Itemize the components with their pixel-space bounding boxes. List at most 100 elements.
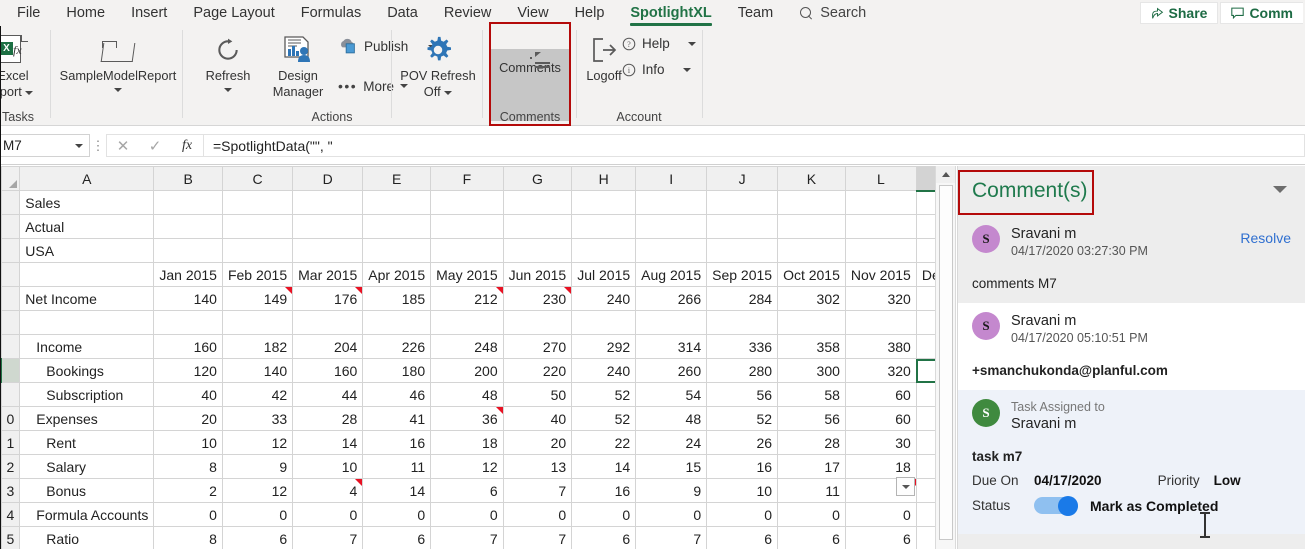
data-cell[interactable]: 15 (635, 454, 708, 479)
row-label-cell[interactable]: USA (19, 238, 155, 263)
data-cell[interactable]: 266 (635, 286, 708, 311)
data-cell[interactable]: 0 (153, 502, 223, 527)
data-cell[interactable]: 48 (430, 382, 504, 407)
cell-dropdown-button[interactable] (896, 477, 915, 496)
column-header-e[interactable]: E (362, 166, 432, 191)
data-cell[interactable] (844, 214, 917, 239)
row-label-cell[interactable]: Rent (19, 430, 155, 455)
data-cell[interactable]: 42 (221, 382, 294, 407)
data-cell[interactable]: 180 (362, 358, 432, 383)
data-cell[interactable]: 320 (844, 358, 917, 383)
task-item[interactable]: S Task Assigned to Sravani m task m7 Due… (958, 390, 1305, 534)
data-cell[interactable]: 0 (915, 502, 935, 527)
refresh-button[interactable]: Refresh (196, 26, 260, 92)
data-cell[interactable]: 41 (362, 406, 432, 431)
data-cell[interactable] (362, 190, 432, 215)
name-box-chevron-down-icon[interactable] (75, 143, 83, 148)
data-cell[interactable]: 56 (777, 406, 846, 431)
data-cell[interactable] (153, 238, 223, 263)
selected-cell-m7[interactable]: 340 (915, 358, 935, 383)
data-cell[interactable]: Nov 2015 (844, 262, 917, 287)
data-cell[interactable] (706, 190, 779, 215)
pov-refresh-chevron-down-icon[interactable] (444, 90, 453, 95)
data-cell[interactable]: 140 (153, 286, 223, 311)
data-cell[interactable] (844, 190, 917, 215)
data-cell[interactable] (706, 238, 779, 263)
tab-page-layout[interactable]: Page Layout (180, 0, 287, 26)
tab-spotlightxl[interactable]: SpotlightXL (617, 0, 724, 26)
data-cell[interactable]: 18 (844, 454, 917, 479)
data-cell[interactable]: 7 (502, 526, 573, 549)
tab-review[interactable]: Review (431, 0, 505, 26)
row-label-cell[interactable]: Ratio (19, 526, 155, 549)
data-cell[interactable]: 0 (777, 502, 846, 527)
tab-help[interactable]: Help (562, 0, 618, 26)
data-cell[interactable]: 185 (362, 286, 432, 311)
data-cell[interactable] (915, 190, 935, 215)
row-label-cell[interactable]: Income (19, 334, 155, 359)
tab-data[interactable]: Data (374, 0, 431, 26)
data-cell[interactable] (635, 310, 708, 335)
data-cell[interactable] (777, 214, 846, 239)
data-cell[interactable] (153, 190, 223, 215)
data-cell[interactable]: 338 (915, 286, 935, 311)
data-cell[interactable]: 12 (221, 430, 294, 455)
data-cell[interactable]: 0 (362, 502, 432, 527)
formula-bar-grip[interactable]: ⋮ (90, 138, 106, 154)
column-header-f[interactable]: F (430, 166, 504, 191)
tab-file[interactable]: File (4, 0, 53, 26)
data-cell[interactable]: 7 (430, 526, 504, 549)
data-cell[interactable]: 7 (635, 526, 708, 549)
info-chevron-down-icon[interactable] (682, 67, 691, 72)
data-cell[interactable] (571, 238, 637, 263)
data-cell[interactable]: 48 (635, 406, 708, 431)
row-header[interactable] (0, 238, 21, 263)
data-cell[interactable]: 220 (502, 358, 573, 383)
data-cell[interactable]: Mar 2015 (292, 262, 364, 287)
scroll-up-button[interactable] (936, 166, 955, 183)
data-cell[interactable] (221, 310, 294, 335)
column-header-d[interactable]: D (292, 166, 364, 191)
data-cell[interactable]: 46 (362, 382, 432, 407)
data-cell[interactable]: 20 (153, 406, 223, 431)
name-box[interactable]: M7 (0, 134, 90, 157)
data-cell[interactable]: 52 (571, 406, 637, 431)
data-cell[interactable]: 176 (292, 286, 364, 311)
data-cell[interactable]: 52 (571, 382, 637, 407)
data-cell[interactable] (777, 310, 846, 335)
data-cell[interactable]: 24 (635, 430, 708, 455)
row-header[interactable]: 2 (0, 454, 21, 479)
row-label-cell[interactable]: Salary (19, 454, 155, 479)
data-cell[interactable] (362, 214, 432, 239)
row-header[interactable] (0, 358, 21, 383)
data-cell[interactable] (706, 214, 779, 239)
data-cell[interactable]: Sep 2015 (706, 262, 779, 287)
data-cell[interactable]: 6 (706, 526, 779, 549)
search-box[interactable]: Search (800, 5, 866, 21)
data-cell[interactable] (777, 190, 846, 215)
data-cell[interactable]: 0 (502, 502, 573, 527)
data-cell[interactable]: Apr 2015 (362, 262, 432, 287)
data-cell[interactable]: 22 (571, 430, 637, 455)
data-cell[interactable]: 160 (153, 334, 223, 359)
data-cell[interactable]: 6 (430, 478, 504, 503)
data-cell[interactable]: 54 (635, 382, 708, 407)
help-chevron-down-icon[interactable] (687, 41, 696, 46)
data-cell[interactable] (777, 238, 846, 263)
comments-window-button[interactable]: Comm (1220, 2, 1303, 24)
data-cell[interactable]: 8 (153, 526, 223, 549)
row-header[interactable] (0, 334, 21, 359)
data-cell[interactable] (571, 190, 637, 215)
data-cell[interactable]: 40 (153, 382, 223, 407)
pov-refresh-button[interactable]: POV Refresh Off (398, 26, 478, 100)
data-cell[interactable]: 230 (502, 286, 573, 311)
data-cell[interactable] (362, 310, 432, 335)
data-cell[interactable]: May 2015 (430, 262, 504, 287)
data-cell[interactable]: 33 (221, 406, 294, 431)
data-cell[interactable]: 0 (430, 502, 504, 527)
help-button[interactable]: ? Help (622, 36, 696, 51)
data-cell[interactable]: 0 (292, 502, 364, 527)
row-label-cell[interactable]: Bookings (19, 358, 155, 383)
data-cell[interactable]: 28 (292, 406, 364, 431)
data-cell[interactable]: 292 (571, 334, 637, 359)
